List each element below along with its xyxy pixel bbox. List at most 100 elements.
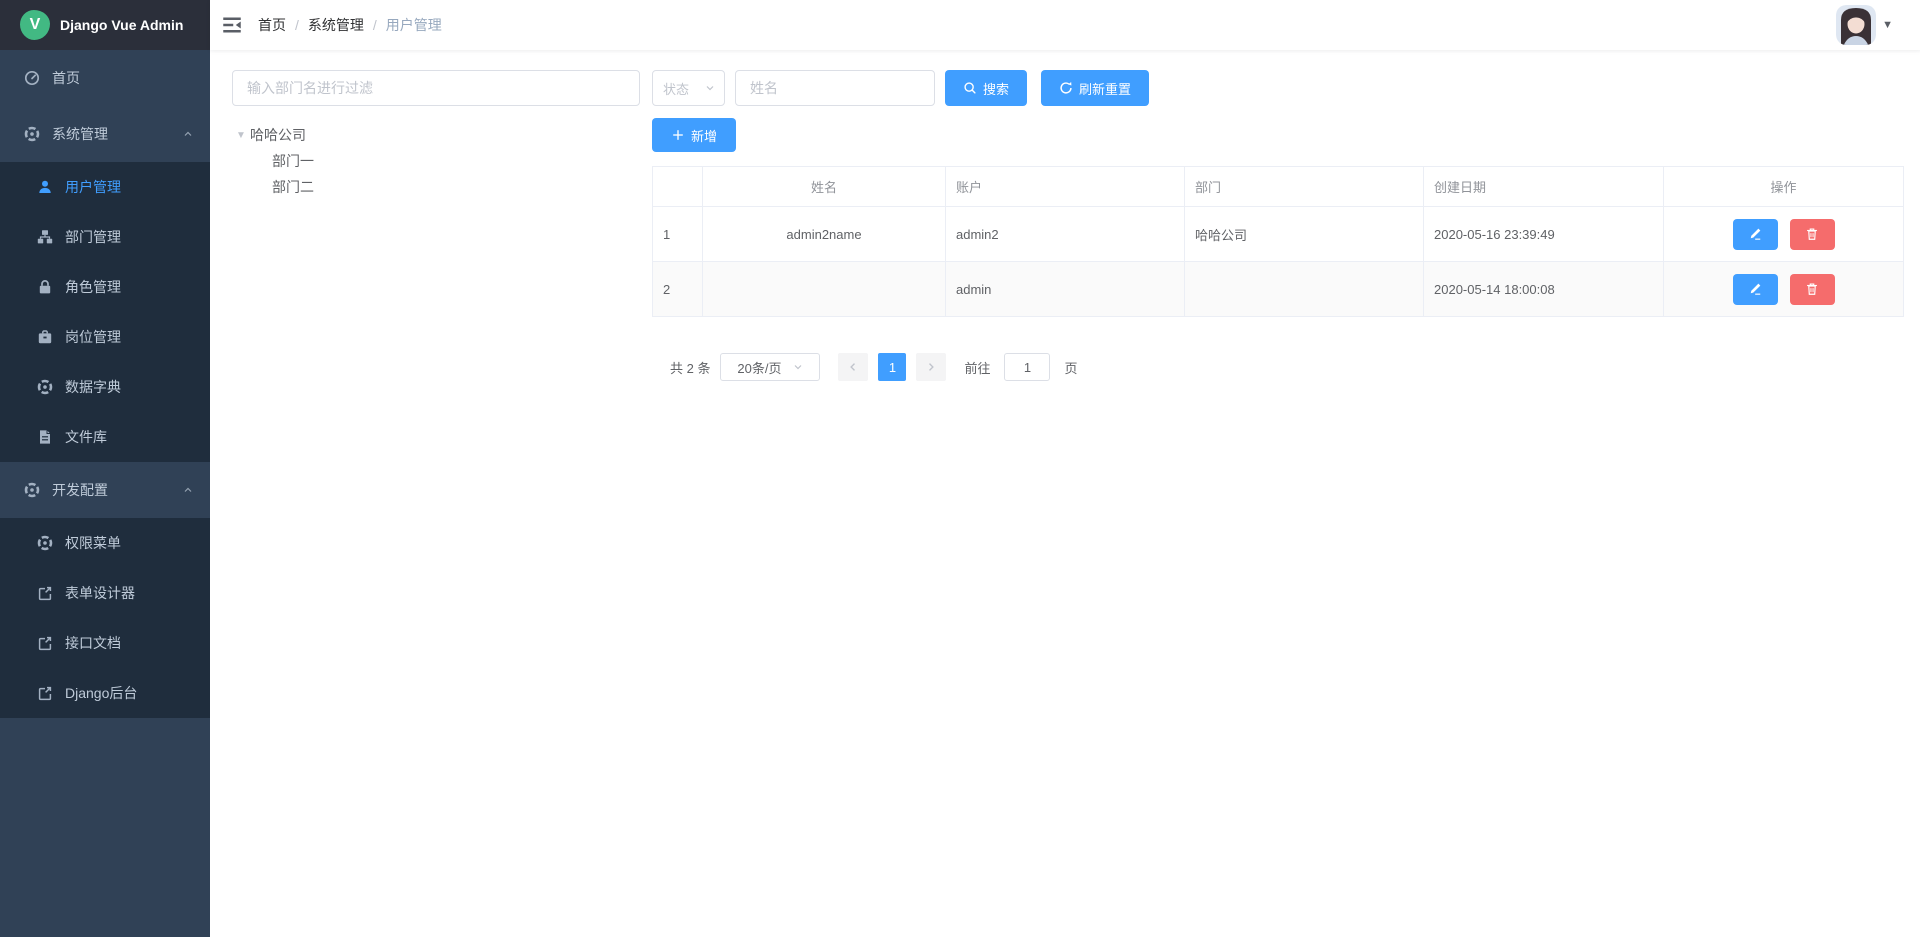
edit-button[interactable]	[1733, 219, 1778, 250]
refresh-reset-button[interactable]: 刷新重置	[1041, 70, 1149, 106]
sidebar-item-home[interactable]: 首页	[0, 50, 210, 106]
header-name: 姓名	[703, 167, 946, 207]
briefcase-icon	[37, 329, 53, 345]
sidebar-item-users[interactable]: 用户管理	[0, 162, 210, 212]
sidebar-submenu-dev: 权限菜单 表单设计器 接口文档 Django后台	[0, 518, 210, 718]
prev-page-button[interactable]	[838, 353, 868, 381]
main-area: 首页 / 系统管理 / 用户管理 ▼	[210, 0, 1920, 937]
external-link-icon	[37, 585, 53, 601]
sidebar-item-api-docs[interactable]: 接口文档	[0, 618, 210, 668]
edit-pencil-icon	[1748, 227, 1762, 241]
app-logo-icon: V	[20, 10, 50, 40]
cell-index: 1	[653, 207, 703, 262]
refresh-icon	[1059, 81, 1073, 95]
trash-icon	[1805, 282, 1819, 296]
sidebar-item-dictionary[interactable]: 数据字典	[0, 362, 210, 412]
goto-page-input[interactable]	[1004, 353, 1050, 381]
breadcrumb: 首页 / 系统管理 / 用户管理	[258, 15, 442, 35]
tree-node-root[interactable]: ▼ 哈哈公司	[232, 122, 640, 148]
chevron-left-icon	[847, 361, 859, 373]
name-search-input[interactable]	[735, 70, 935, 106]
sidebar-item-departments[interactable]: 部门管理	[0, 212, 210, 262]
department-panel: ▼ 哈哈公司 部门一 部门二	[232, 70, 640, 937]
search-icon	[963, 81, 977, 95]
header-department: 部门	[1185, 167, 1424, 207]
breadcrumb-separator: /	[373, 17, 377, 33]
page-size-select[interactable]: 20条/页	[720, 353, 820, 381]
dashboard-icon	[24, 70, 40, 86]
filter-row: 状态 搜索 刷新重置	[652, 70, 1904, 106]
cell-created-date: 2020-05-14 18:00:08	[1424, 262, 1664, 317]
sidebar-item-roles[interactable]: 角色管理	[0, 262, 210, 312]
caret-down-icon[interactable]: ▼	[232, 130, 250, 141]
sidebar-item-files[interactable]: 文件库	[0, 412, 210, 462]
plus-icon	[671, 128, 685, 142]
user-management-panel: 状态 搜索 刷新重置 新增	[652, 70, 1904, 937]
tree-node-label: 部门二	[272, 177, 314, 197]
sidebar-group-system[interactable]: 系统管理	[0, 106, 210, 162]
tree-icon	[37, 229, 53, 245]
users-table: 姓名 账户 部门 创建日期 操作 1 admin2name admin2 哈哈公	[652, 166, 1904, 317]
chevron-up-icon	[182, 484, 194, 496]
sidebar-fold-icon[interactable]	[222, 15, 242, 35]
sidebar-item-form-designer[interactable]: 表单设计器	[0, 568, 210, 618]
avatar	[1836, 5, 1876, 45]
cell-created-date: 2020-05-16 23:39:49	[1424, 207, 1664, 262]
external-link-icon	[37, 685, 53, 701]
sidebar-item-label: 部门管理	[65, 227, 210, 247]
next-page-button[interactable]	[916, 353, 946, 381]
status-select[interactable]: 状态	[652, 70, 725, 106]
cell-name	[703, 262, 946, 317]
sidebar-menu: 首页 系统管理 用户管理 部门管理 角色管理	[0, 50, 210, 937]
sidebar-item-positions[interactable]: 岗位管理	[0, 312, 210, 362]
sidebar-group-label: 系统管理	[52, 124, 182, 144]
component-icon	[37, 379, 53, 395]
goto-label: 前往	[964, 358, 990, 377]
component-icon	[24, 482, 40, 498]
table-row: 2 admin 2020-05-14 18:00:08	[653, 262, 1904, 317]
user-avatar-dropdown[interactable]: ▼	[1836, 5, 1893, 45]
add-button-label: 新增	[691, 126, 717, 145]
header-created-date: 创建日期	[1424, 167, 1664, 207]
chevron-up-icon	[182, 128, 194, 140]
sidebar-item-django-admin[interactable]: Django后台	[0, 668, 210, 718]
chevron-down-icon	[704, 82, 716, 94]
page-number-active[interactable]: 1	[878, 353, 906, 381]
tree-node-child[interactable]: 部门一	[232, 148, 640, 174]
table-row: 1 admin2name admin2 哈哈公司 2020-05-16 23:3…	[653, 207, 1904, 262]
cell-account: admin	[946, 262, 1185, 317]
page-unit-label: 页	[1064, 358, 1077, 377]
sidebar: V Django Vue Admin 首页 系统管理 用户管理	[0, 0, 210, 937]
sidebar-logo[interactable]: V Django Vue Admin	[0, 0, 210, 50]
sidebar-item-label: 权限菜单	[65, 533, 210, 553]
document-icon	[37, 429, 53, 445]
tree-node-label: 部门一	[272, 151, 314, 171]
add-user-button[interactable]: 新增	[652, 118, 736, 152]
breadcrumb-home[interactable]: 首页	[258, 15, 286, 35]
sidebar-item-label: Django后台	[65, 683, 210, 703]
sidebar-group-dev[interactable]: 开发配置	[0, 462, 210, 518]
app-window: V Django Vue Admin 首页 系统管理 用户管理	[0, 0, 1920, 937]
trash-icon	[1805, 227, 1819, 241]
cell-department: 哈哈公司	[1185, 207, 1424, 262]
department-filter-input[interactable]	[232, 70, 640, 106]
refresh-button-label: 刷新重置	[1079, 79, 1131, 98]
sidebar-item-label: 数据字典	[65, 377, 210, 397]
breadcrumb-system[interactable]: 系统管理	[308, 15, 364, 35]
sidebar-item-label: 表单设计器	[65, 583, 210, 603]
edit-button[interactable]	[1733, 274, 1778, 305]
delete-button[interactable]	[1790, 274, 1835, 305]
app-title: Django Vue Admin	[60, 17, 183, 33]
cell-account: admin2	[946, 207, 1185, 262]
tree-node-label: 哈哈公司	[250, 125, 306, 145]
tree-node-child[interactable]: 部门二	[232, 174, 640, 200]
delete-button[interactable]	[1790, 219, 1835, 250]
user-icon	[37, 179, 53, 195]
sidebar-submenu-system: 用户管理 部门管理 角色管理 岗位管理 数据字典	[0, 162, 210, 462]
search-button[interactable]: 搜索	[945, 70, 1027, 106]
table-header-row: 姓名 账户 部门 创建日期 操作	[653, 167, 1904, 207]
sidebar-item-permission-menu[interactable]: 权限菜单	[0, 518, 210, 568]
chevron-right-icon	[925, 361, 937, 373]
pagination-total: 共 2 条	[670, 358, 710, 377]
topbar: 首页 / 系统管理 / 用户管理 ▼	[210, 0, 1920, 50]
